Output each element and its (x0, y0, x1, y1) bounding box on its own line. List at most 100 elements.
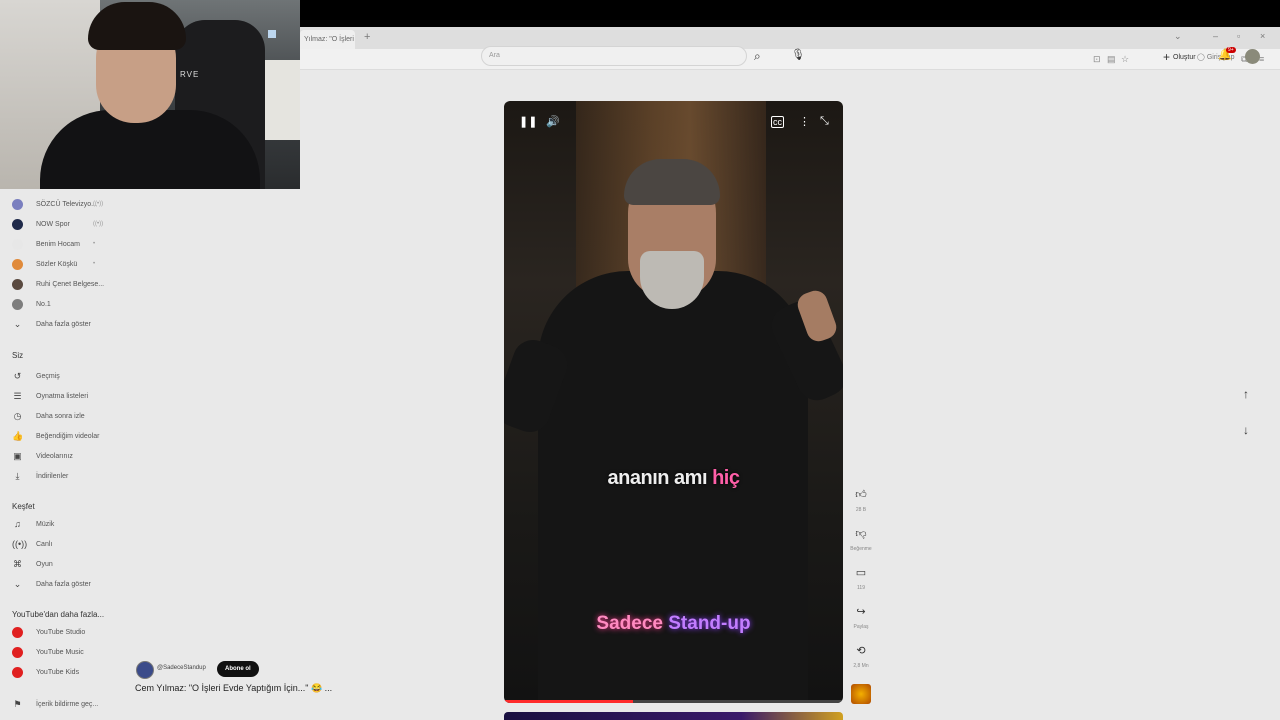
dislike-button[interactable]: 👎︎ Beğenme (848, 527, 874, 552)
sidebar-item[interactable]: YouTube Studio (12, 626, 85, 638)
more-options-icon[interactable]: ⋮ (799, 115, 810, 128)
webcam-person-hair (88, 2, 186, 50)
video-icon: ▣ (13, 450, 22, 461)
sidebar-subscription[interactable]: Ruhi Çenet Belgese... (12, 278, 104, 290)
install-app-icon[interactable]: ⊡ (1093, 54, 1101, 65)
captions-icon[interactable]: cc (771, 116, 784, 128)
shorts-video-player[interactable]: ❚❚ 🔊 cc ⋮ ⤡ ananın amı hiç Sadece Stand-… (504, 101, 843, 703)
report-history-item[interactable]: ⚑ İçerik bildirme geç... (12, 698, 98, 710)
sidebar-item[interactable]: ◷ Daha sonra izle (12, 410, 85, 422)
restore-icon[interactable]: ▫ (1237, 31, 1240, 41)
sidebar-item[interactable]: ⤓ İndirilenler (12, 470, 69, 482)
minimize-icon[interactable]: – (1213, 31, 1218, 41)
video-title[interactable]: Cem Yılmaz: "O İşleri Evde Yaptığım İçin… (135, 683, 332, 694)
download-icon: ⤓ (15, 470, 20, 481)
caption-highlight: hiç (712, 467, 740, 489)
webcam-overlay: RVE (0, 0, 300, 189)
remix-button[interactable]: ⟲ 2,8 Mn (848, 644, 874, 669)
channel-avatar[interactable] (136, 661, 154, 679)
video-progress-bar[interactable] (504, 700, 843, 703)
bookmark-star-icon[interactable]: ☆ (1121, 54, 1129, 65)
sidebar-subscription[interactable]: Benim Hocam • (12, 238, 95, 250)
channel-avatar-icon (12, 278, 23, 290)
channel-avatar-icon (12, 258, 23, 270)
volume-icon[interactable]: 🔊 (546, 115, 560, 128)
sidebar-heading-explore[interactable]: Keşfet (12, 502, 35, 511)
tab-list-icon[interactable]: ⌄ (1174, 31, 1182, 42)
comments-button[interactable]: ▭ 119 (848, 566, 874, 591)
show-more-subscriptions[interactable]: ⌄ Daha fazla göster (12, 318, 91, 330)
sidebar-item-label: Daha sonra izle (36, 412, 85, 420)
subscribe-button[interactable]: Abone ol (217, 661, 259, 677)
sidebar-item-label: Beğendiğim videolar (36, 432, 100, 440)
fullscreen-icon[interactable]: ⤡ (820, 115, 829, 128)
sidebar-item-label: YouTube Studio (36, 628, 86, 636)
sound-thumbnail[interactable] (851, 684, 871, 704)
create-button[interactable]: + Oluştur (1163, 50, 1196, 64)
sidebar-item-label: Benim Hocam (36, 240, 80, 248)
sidebar-subscription[interactable]: No.1 (12, 298, 51, 310)
flag-icon: ⚑ (13, 698, 22, 709)
sidebar-heading-you[interactable]: Siz (12, 351, 23, 360)
watermark-part-b: Stand-up (668, 613, 751, 634)
sidebar-item[interactable]: 👍 Beğendiğim videolar (12, 430, 99, 442)
sidebar-item[interactable]: ((•)) Canlı (12, 538, 52, 550)
sidebar-item-label: NOW Spor (36, 220, 70, 228)
comment-count: 119 (857, 585, 865, 591)
channel-avatar-icon (12, 218, 23, 230)
microphone-icon[interactable]: 🎙 (791, 48, 805, 61)
share-button[interactable]: ↪ Paylaş (848, 605, 874, 630)
share-label: Paylaş (853, 624, 869, 630)
sidebar-item[interactable]: YouTube Kids (12, 666, 79, 678)
close-window-icon[interactable]: × (1260, 31, 1265, 41)
search-icon[interactable]: ⌕ (754, 49, 761, 64)
chevron-down-icon: ⌄ (13, 578, 22, 589)
channel-avatar-icon (12, 198, 23, 210)
channel-watermark: Sadece Stand-up (504, 613, 843, 635)
like-button[interactable]: 👍︎ 28 B (848, 488, 874, 513)
sidebar-item-label: Videolarınız (36, 452, 73, 460)
sidebar-item-label: YouTube Music (36, 648, 84, 656)
search-placeholder: Ara (489, 52, 500, 59)
sidebar-heading-more-youtube[interactable]: YouTube'dan daha fazla... (12, 610, 104, 619)
sidebar-subscription[interactable]: Sözler Köşkü • (12, 258, 95, 270)
music-icon: ♫ (14, 519, 21, 529)
comedian-hair (624, 159, 720, 205)
like-icon: 👍 (12, 430, 24, 441)
youtube-app-icon (12, 646, 23, 658)
comment-icon: ▭ (855, 567, 867, 579)
sidebar-subscription[interactable]: SÖZCÜ Televizyo... ((•)) (12, 198, 103, 210)
webcam-light (268, 30, 276, 38)
sidebar-item-label: Ruhi Çenet Belgese... (36, 280, 105, 288)
video-caption: ananın amı hiç (504, 467, 843, 490)
sidebar-item[interactable]: YouTube Music (12, 646, 84, 658)
plus-icon: + (1163, 50, 1171, 64)
watermark-part-a: Sadece (596, 613, 669, 634)
webcam-person-body (40, 110, 260, 189)
sidebar-item-label: İçerik bildirme geç... (36, 700, 99, 708)
show-more-explore[interactable]: ⌄ Daha fazla göster (12, 578, 91, 590)
account-avatar[interactable] (1245, 49, 1260, 64)
history-icon: ↺ (13, 370, 22, 381)
next-video-arrow-icon[interactable]: ↓ (1243, 423, 1249, 437)
channel-handle[interactable]: @SadeceStandup (157, 665, 206, 671)
sidebar-item[interactable]: ↺ Geçmiş (12, 370, 60, 382)
create-label: Oluştur (1173, 53, 1196, 61)
reader-icon[interactable]: ▤ (1107, 54, 1116, 65)
new-tab-button[interactable]: + (364, 31, 370, 43)
pause-icon[interactable]: ❚❚ (519, 115, 537, 128)
sidebar-item[interactable]: ☰ Oynatma listeleri (12, 390, 88, 402)
sidebar-item[interactable]: ▣ Videolarınız (12, 450, 73, 462)
thumbs-down-icon: 👎︎ (855, 528, 867, 540)
sidebar-subscription[interactable]: NOW Spor ((•)) (12, 218, 103, 230)
live-indicator: ((•)) (93, 201, 104, 207)
sidebar-item[interactable]: ♫ Müzik (12, 518, 54, 530)
browser-tab[interactable]: Yılmaz: "O İşleri × (300, 30, 355, 49)
remix-icon: ⟲ (856, 645, 866, 657)
next-short-preview[interactable] (504, 712, 843, 720)
search-input[interactable]: Ara (481, 46, 747, 66)
previous-video-arrow-icon[interactable]: ↑ (1243, 387, 1249, 401)
sidebar-item-label: Canlı (36, 540, 53, 548)
sidebar-item-label: Geçmiş (36, 372, 60, 380)
sidebar-item[interactable]: ⌘ Oyun (12, 558, 53, 570)
